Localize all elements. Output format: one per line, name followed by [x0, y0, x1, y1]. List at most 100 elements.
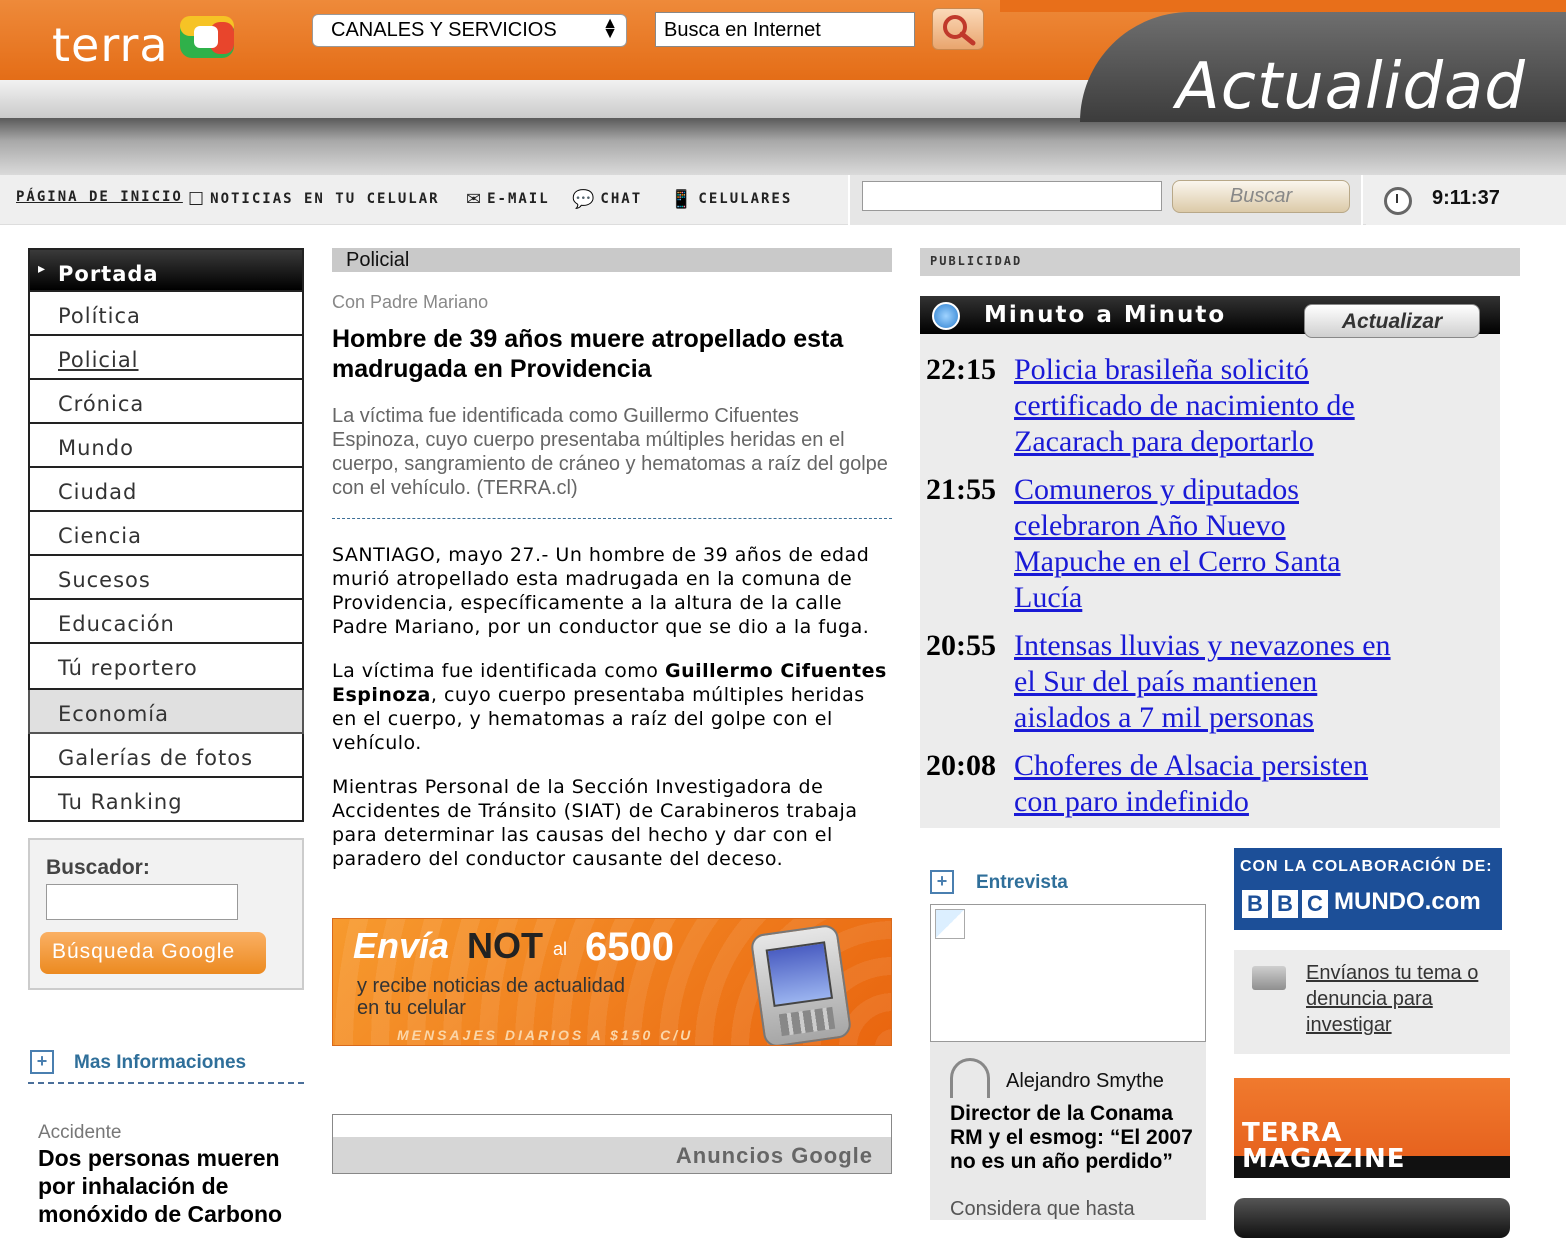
paragraph-text: La víctima fue identificada como [332, 660, 665, 682]
advertising-label: PUBLICIDAD [920, 248, 1520, 276]
bbc-logo-block: C [1302, 890, 1328, 918]
mail-icon [1252, 966, 1286, 990]
nav-item-policial[interactable]: Policial [28, 336, 304, 380]
email-label: E-MAIL [487, 191, 550, 207]
news-time: 22:15 [926, 353, 996, 386]
send-topic-box: Envíanos tu tema o denuncia para investi… [1234, 950, 1510, 1054]
nav-item-label: Tú reportero [58, 656, 198, 680]
header-gradient-band [0, 118, 1566, 175]
nav-item-galerias[interactable]: Galerías de fotos [28, 734, 304, 778]
mobile-news-link[interactable]: ☐ NOTICIAS EN TU CELULAR [188, 189, 440, 210]
section-nav: Portada Política Policial Crónica Mundo … [28, 248, 304, 822]
cellphone-icon: 📱 [670, 189, 695, 210]
plus-icon[interactable]: + [930, 870, 954, 894]
refresh-icon [932, 302, 960, 330]
nav-item-label: Educación [58, 612, 175, 636]
nav-item-cronica[interactable]: Crónica [28, 380, 304, 424]
related-headline-link[interactable]: Dos personas mueren por inhalación de mo… [38, 1144, 298, 1228]
promo-al: al [553, 939, 568, 959]
google-ads-label[interactable]: Anuncios Google [676, 1143, 873, 1169]
interview-header: + Entrevista [930, 868, 1206, 898]
nav-item-portada[interactable]: Portada [28, 248, 304, 292]
broken-image-icon [935, 909, 965, 939]
terra-logo-icon [180, 16, 234, 58]
nav-item-ranking[interactable]: Tu Ranking [28, 778, 304, 822]
sms-promo-banner[interactable]: Envía NOT al 6500 y recibe noticias de a… [332, 918, 892, 1046]
news-time: 20:08 [926, 749, 996, 782]
web-search-input[interactable]: Busca en Internet [655, 12, 915, 47]
section-title: Actualidad [1176, 50, 1526, 124]
promo-line-2: en tu celular [357, 997, 466, 1019]
nav-item-sucesos[interactable]: Sucesos [28, 556, 304, 600]
article-paragraph-3: Mientras Personal de la Sección Investig… [332, 776, 858, 870]
site-header: terra CANALES Y SERVICIOS ▲ ▼ Busca en In… [0, 0, 1566, 175]
news-time: 21:55 [926, 473, 996, 506]
mobile-news-label: NOTICIAS EN TU CELULAR [210, 191, 440, 207]
phones-link[interactable]: 📱 CELULARES [670, 189, 792, 210]
nav-item-educacion[interactable]: Educación [28, 600, 304, 644]
envelope-icon: ✉ [466, 189, 484, 210]
magnifier-icon [943, 15, 976, 46]
news-link[interactable]: Policia brasileña solicitó certificado d… [1014, 352, 1404, 460]
news-link[interactable]: Comuneros y diputados celebraron Año Nue… [1014, 472, 1404, 616]
refresh-button[interactable]: Actualizar [1304, 304, 1480, 338]
promo-line-1: y recibe noticias de actualidad [357, 975, 625, 997]
chat-link[interactable]: 💬 CHAT [572, 189, 642, 210]
clock-icon [1384, 187, 1412, 215]
clock-widget: 9:11:37 [1366, 175, 1566, 225]
article-section-bar: Policial [332, 248, 892, 272]
interview-label: Entrevista [976, 872, 1068, 893]
interview-card: Alejandro Smythe Director de la Conama R… [930, 1042, 1206, 1220]
nav-item-label: Ciencia [58, 524, 142, 548]
promo-footer: MENSAJES DIARIOS A $150 C/U [397, 1027, 694, 1043]
cellphone-illustration [749, 923, 853, 1045]
nav-item-label: Mundo [58, 436, 134, 460]
interview-teaser: Considera que hasta [950, 1198, 1135, 1220]
chat-label: CHAT [600, 191, 643, 207]
minute-by-minute-widget: Minuto a Minuto Actualizar 22:15 Policia… [920, 296, 1500, 828]
google-search-button[interactable]: Búsqueda Google [40, 932, 266, 974]
channels-select[interactable]: CANALES Y SERVICIOS ▲ ▼ [312, 14, 627, 47]
nav-item-tu-reportero[interactable]: Tú reportero [28, 644, 304, 690]
phone-screen [765, 941, 834, 1008]
web-search-button[interactable] [932, 8, 984, 50]
nav-item-label: Policial [58, 348, 139, 372]
bbc-logo-block: B [1272, 890, 1298, 918]
plus-icon[interactable]: + [30, 1050, 54, 1074]
minute-widget-title: Minuto a Minuto [984, 302, 1227, 328]
special-banner[interactable] [1234, 1198, 1510, 1238]
header-orange-strip [1000, 0, 1566, 12]
send-topic-link[interactable]: Envíanos tu tema o denuncia para investi… [1306, 960, 1496, 1038]
mobile-news-icon: ☐ [188, 189, 207, 210]
related-kicker: Accidente [38, 1122, 122, 1143]
nav-item-label: Tu Ranking [58, 790, 183, 814]
more-info-header: + Mas Informaciones [28, 1048, 304, 1084]
nav-item-ciencia[interactable]: Ciencia [28, 512, 304, 556]
site-search: Buscar [848, 175, 1363, 225]
news-link[interactable]: Choferes de Alsacia persisten con paro i… [1014, 748, 1404, 820]
promo-keyword: NOT [467, 925, 543, 966]
clock-time: 9:11:37 [1432, 187, 1500, 209]
google-ads-bar: Anuncios Google [333, 1137, 891, 1173]
nav-item-label: Ciudad [58, 480, 138, 504]
google-search-input[interactable] [46, 884, 238, 920]
article-paragraph-2: La víctima fue identificada como Guiller… [332, 659, 892, 755]
interview-title-link[interactable]: Director de la Conama RM y el esmog: “El… [950, 1102, 1200, 1174]
bbc-mundo-banner[interactable]: CON LA COLABORACIÓN DE: B B C MUNDO.com [1234, 848, 1502, 930]
site-search-button[interactable]: Buscar [1172, 180, 1350, 213]
email-link[interactable]: ✉ E-MAIL [466, 189, 550, 210]
site-search-input[interactable] [862, 181, 1162, 211]
terra-logo[interactable]: terra [52, 18, 169, 72]
home-link[interactable]: PÁGINA DE INICIO [16, 189, 183, 205]
select-arrows-icon: ▲ ▼ [602, 15, 618, 42]
nav-item-label: Portada [58, 262, 159, 286]
news-link[interactable]: Intensas lluvias y nevazones en el Sur d… [1014, 628, 1404, 736]
interview-image[interactable] [930, 904, 1206, 1042]
nav-item-ciudad[interactable]: Ciudad [28, 468, 304, 512]
terra-magazine-banner[interactable]: TERRA MAGAZINE [1234, 1078, 1510, 1178]
nav-item-mundo[interactable]: Mundo [28, 424, 304, 468]
nav-item-politica[interactable]: Política [28, 292, 304, 336]
google-ads-box: Anuncios Google [332, 1114, 892, 1174]
bbc-collab-text: CON LA COLABORACIÓN DE: [1240, 858, 1493, 875]
nav-item-economia[interactable]: Economía [28, 690, 304, 734]
